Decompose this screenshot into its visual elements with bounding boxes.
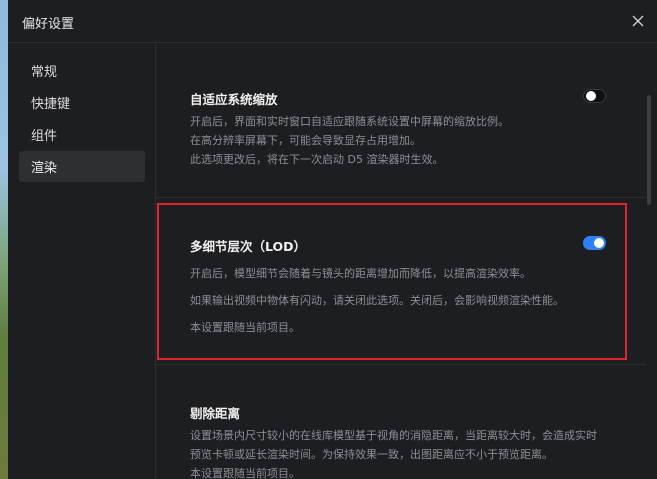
lod-section: 多细节层次（LOD） 开启后，模型细节会随着与镜头的距离增加而降低，以提高渲染效… bbox=[156, 198, 646, 364]
close-icon bbox=[632, 15, 644, 27]
title-bar: 偏好设置 bbox=[8, 0, 657, 43]
dialog-title: 偏好设置 bbox=[22, 17, 75, 32]
description-line: 如果输出视频中物体有闪动，请关闭此选项。关闭后，会影响视频渲染性能。 bbox=[190, 294, 564, 307]
section-title: 自适应系统缩放 bbox=[190, 92, 278, 107]
description-line: 本设置跟随当前项目。 bbox=[190, 321, 300, 334]
settings-sidebar: 常规 快捷键 组件 渲染 bbox=[8, 43, 156, 479]
description-line: 预览卡顿或延长渲染时间。为保持效果一致，出图距离应不小于预览距离。 bbox=[190, 448, 553, 461]
close-button[interactable] bbox=[629, 12, 647, 30]
lod-toggle[interactable] bbox=[583, 236, 606, 250]
section-title: 多细节层次（LOD） bbox=[190, 239, 307, 254]
description-line: 在高分辨率屏幕下，可能会导致显存占用增加。 bbox=[190, 134, 421, 147]
preferences-dialog: 偏好设置 常规 快捷键 组件 渲染 自适应系统缩放 开启后，界面和实时窗口自适应… bbox=[8, 0, 657, 479]
sidebar-item-render[interactable]: 渲染 bbox=[19, 151, 145, 182]
section-title: 剔除距离 bbox=[190, 406, 241, 421]
description-line: 此选项更改后，将在下一次启动 D5 渲染器时生效。 bbox=[190, 153, 444, 166]
description-line: 开启后，模型细节会随着与镜头的距离增加而降低，以提高渲染效率。 bbox=[190, 267, 531, 280]
sidebar-item-general[interactable]: 常规 bbox=[19, 55, 145, 86]
content-scrollbar[interactable] bbox=[647, 95, 651, 205]
section-description: 设置场景内尺寸较小的在线库模型基于视角的消隐距离，当距离较大时，会造成实时 预览… bbox=[190, 426, 597, 479]
sidebar-item-label: 渲染 bbox=[31, 161, 58, 176]
description-line: 开启后，界面和实时窗口自适应跟随系统设置中屏幕的缩放比例。 bbox=[190, 115, 509, 128]
background-scene bbox=[0, 0, 8, 479]
section-description: 开启后，模型细节会随着与镜头的距离增加而降低，以提高渲染效率。 如果输出视频中物… bbox=[190, 260, 564, 341]
toggle-knob bbox=[594, 238, 604, 248]
adaptive-scaling-toggle[interactable] bbox=[583, 89, 606, 103]
adaptive-scaling-section: 自适应系统缩放 开启后，界面和实时窗口自适应跟随系统设置中屏幕的缩放比例。 在高… bbox=[156, 43, 646, 197]
sidebar-item-label: 快捷键 bbox=[31, 97, 71, 112]
settings-content: 自适应系统缩放 开启后，界面和实时窗口自适应跟随系统设置中屏幕的缩放比例。 在高… bbox=[156, 43, 657, 479]
toggle-knob bbox=[586, 91, 596, 101]
description-line: 设置场景内尺寸较小的在线库模型基于视角的消隐距离，当距离较大时，会造成实时 bbox=[190, 429, 597, 442]
sidebar-item-components[interactable]: 组件 bbox=[19, 119, 145, 150]
sidebar-item-shortcuts[interactable]: 快捷键 bbox=[19, 87, 145, 118]
culling-distance-section: 剔除距离 设置场景内尺寸较小的在线库模型基于视角的消隐距离，当距离较大时，会造成… bbox=[156, 365, 646, 479]
section-description: 开启后，界面和实时窗口自适应跟随系统设置中屏幕的缩放比例。 在高分辨率屏幕下，可… bbox=[190, 112, 509, 169]
description-line: 本设置跟随当前项目。 bbox=[190, 467, 300, 479]
sidebar-item-label: 组件 bbox=[31, 129, 58, 144]
sidebar-item-label: 常规 bbox=[31, 65, 58, 80]
